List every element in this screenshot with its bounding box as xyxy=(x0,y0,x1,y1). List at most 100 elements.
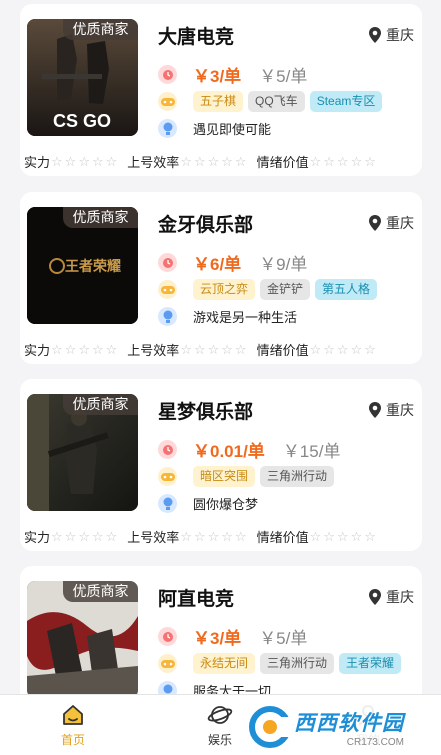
shop-card[interactable]: 优质商家 星梦俱乐部 重庆 ￥0.01/单 ￥15/单 暗区突围 三角洲行动 圆… xyxy=(20,379,422,551)
rating-efficiency: 上号效率 ☆☆☆☆☆ xyxy=(127,340,248,359)
lightbulb-icon xyxy=(158,494,177,513)
rating-label: 上号效率 xyxy=(127,155,180,170)
shop-location: 重庆 xyxy=(368,400,414,420)
rating-label: 上号效率 xyxy=(127,343,180,358)
rating-strength: 实力 ☆☆☆☆☆ xyxy=(24,527,119,546)
game-tag[interactable]: 三角洲行动 xyxy=(260,653,335,674)
motto-row: 游戏是另一种生活 xyxy=(158,307,297,326)
current-price: ￥3/单 xyxy=(193,67,242,86)
rating-strength: 实力 ☆☆☆☆☆ xyxy=(24,152,119,171)
clock-icon xyxy=(158,65,177,84)
shop-list: CS GO 优质商家 大唐电竞 重庆 ￥3/单 ￥5/单 五子棋 QQ飞车 St… xyxy=(0,0,441,694)
rating-label: 实力 xyxy=(24,530,51,545)
clock-icon xyxy=(158,253,177,272)
current-price: ￥0.01/单 xyxy=(193,442,265,461)
tab-home[interactable]: 首页 xyxy=(43,703,103,748)
original-price: ￥5/单 xyxy=(259,629,308,648)
game-tag[interactable]: 云顶之弈 xyxy=(193,279,256,300)
city-label: 重庆 xyxy=(386,402,414,418)
shop-location: 重庆 xyxy=(368,25,414,45)
city-label: 重庆 xyxy=(386,589,414,605)
clock-icon xyxy=(158,627,177,646)
watermark-logo-icon xyxy=(249,706,292,748)
location-pin-icon xyxy=(369,402,381,418)
original-price: ￥5/单 xyxy=(259,67,308,86)
tab-entertainment[interactable]: 娱乐 xyxy=(190,703,250,748)
shop-name: 阿直电竞 xyxy=(158,589,235,610)
game-tag[interactable]: QQ飞车 xyxy=(248,91,305,112)
star-rating-icon: ☆☆☆☆☆ xyxy=(51,153,120,169)
rating-efficiency: 上号效率 ☆☆☆☆☆ xyxy=(127,152,248,171)
rating-bar: 实力 ☆☆☆☆☆ 上号效率 ☆☆☆☆☆ 情绪价值 ☆☆☆☆☆ xyxy=(24,527,422,546)
game-tag[interactable]: 三角洲行动 xyxy=(260,466,335,487)
shop-location: 重庆 xyxy=(368,587,414,607)
shop-thumbnail: CS GO 优质商家 xyxy=(27,19,138,136)
game-tags-row: 五子棋 QQ飞车 Steam专区 xyxy=(158,91,387,112)
rating-label: 情绪价值 xyxy=(256,343,309,358)
watermark-title: 西西软件园 xyxy=(294,711,404,735)
gamepad-icon xyxy=(158,280,177,299)
tab-label: 首页 xyxy=(60,733,85,747)
star-rating-icon: ☆☆☆☆☆ xyxy=(180,528,249,544)
game-tag[interactable]: 第五人格 xyxy=(315,279,378,300)
game-tag[interactable]: Steam专区 xyxy=(309,91,383,112)
original-price: ￥9/单 xyxy=(259,255,308,274)
quality-merchant-badge: 优质商家 xyxy=(63,207,138,228)
shop-card[interactable]: CS GO 优质商家 大唐电竞 重庆 ￥3/单 ￥5/单 五子棋 QQ飞车 St… xyxy=(20,4,422,176)
location-pin-icon xyxy=(369,589,381,605)
shop-motto: 圆你爆仓梦 xyxy=(193,497,259,512)
city-label: 重庆 xyxy=(386,215,414,231)
shop-card[interactable]: 王者荣耀 优质商家 金牙俱乐部 重庆 ￥6/单 ￥9/单 云顶之弈 金铲铲 第五… xyxy=(20,192,422,364)
star-rating-icon: ☆☆☆☆☆ xyxy=(51,341,120,357)
rating-bar: 实力 ☆☆☆☆☆ 上号效率 ☆☆☆☆☆ 情绪价值 ☆☆☆☆☆ xyxy=(24,340,422,359)
shop-name: 星梦俱乐部 xyxy=(158,402,254,423)
clock-icon xyxy=(158,440,177,459)
game-tag[interactable]: 永结无间 xyxy=(193,653,256,674)
shop-name: 大唐电竞 xyxy=(158,27,235,48)
rating-label: 实力 xyxy=(24,155,51,170)
site-watermark: 西西软件园 CR173.COM xyxy=(246,703,420,751)
shop-motto: 游戏是另一种生活 xyxy=(193,310,298,325)
rating-label: 上号效率 xyxy=(127,530,180,545)
game-tag[interactable]: 金铲铲 xyxy=(260,279,311,300)
rating-label: 实力 xyxy=(24,343,51,358)
quality-merchant-badge: 优质商家 xyxy=(63,581,138,602)
home-icon xyxy=(63,705,83,725)
motto-row: 服务大于一切 xyxy=(158,681,271,694)
shop-card[interactable]: 优质商家 阿直电竞 重庆 ￥3/单 ￥5/单 永结无间 三角洲行动 王者荣耀 服… xyxy=(20,566,422,694)
star-rating-icon: ☆☆☆☆☆ xyxy=(51,528,120,544)
rating-bar: 实力 ☆☆☆☆☆ 上号效率 ☆☆☆☆☆ 情绪价值 ☆☆☆☆☆ xyxy=(24,152,422,171)
quality-merchant-badge: 优质商家 xyxy=(63,394,138,415)
game-tag[interactable]: 暗区突围 xyxy=(193,466,256,487)
city-label: 重庆 xyxy=(386,27,414,43)
shop-motto: 遇见即使可能 xyxy=(193,122,272,137)
lightbulb-icon xyxy=(158,681,177,694)
rating-efficiency: 上号效率 ☆☆☆☆☆ xyxy=(127,527,248,546)
lightbulb-icon xyxy=(158,119,177,138)
game-tags-row: 暗区突围 三角洲行动 xyxy=(158,466,339,487)
game-tag[interactable]: 五子棋 xyxy=(193,91,244,112)
rating-strength: 实力 ☆☆☆☆☆ xyxy=(24,340,119,359)
location-pin-icon xyxy=(369,215,381,231)
watermark-text: 西西软件园 CR173.COM xyxy=(294,707,404,748)
star-rating-icon: ☆☆☆☆☆ xyxy=(309,341,378,357)
shop-name: 金牙俱乐部 xyxy=(158,215,254,236)
game-tags-row: 永结无间 三角洲行动 王者荣耀 xyxy=(158,653,406,674)
star-rating-icon: ☆☆☆☆☆ xyxy=(309,528,378,544)
shop-thumbnail: 王者荣耀 优质商家 xyxy=(27,207,138,324)
svg-text:王者荣耀: 王者荣耀 xyxy=(65,258,121,275)
gamepad-icon xyxy=(158,92,177,111)
game-tags-row: 云顶之弈 金铲铲 第五人格 xyxy=(158,279,382,300)
star-rating-icon: ☆☆☆☆☆ xyxy=(180,341,249,357)
shop-motto: 服务大于一切 xyxy=(193,684,272,694)
price-row: ￥3/单 ￥5/单 xyxy=(158,62,307,87)
quality-merchant-badge: 优质商家 xyxy=(63,19,138,40)
rating-emotion: 情绪价值 ☆☆☆☆☆ xyxy=(257,152,378,171)
rating-label: 情绪价值 xyxy=(256,155,309,170)
shop-thumbnail: 优质商家 xyxy=(27,581,138,694)
game-tag[interactable]: 王者荣耀 xyxy=(339,653,402,674)
original-price: ￥15/单 xyxy=(282,442,341,461)
tab-label: 娱乐 xyxy=(207,733,232,747)
motto-row: 圆你爆仓梦 xyxy=(158,494,258,513)
watermark-url: CR173.COM xyxy=(346,736,404,748)
